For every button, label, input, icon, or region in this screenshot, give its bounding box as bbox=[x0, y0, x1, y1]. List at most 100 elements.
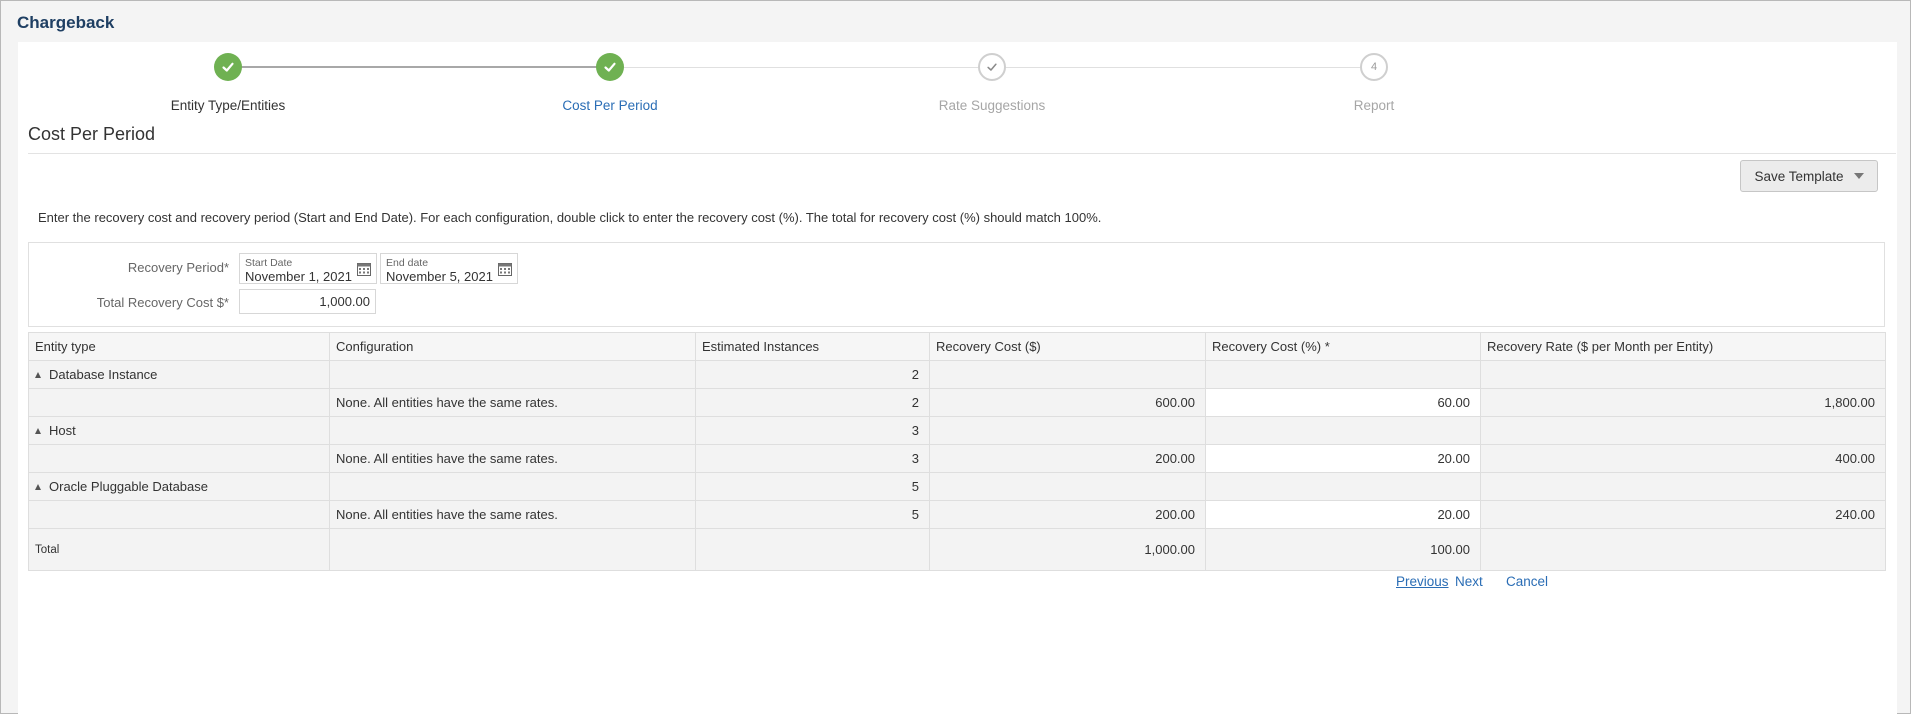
check-icon bbox=[987, 63, 997, 71]
calendar-icon[interactable] bbox=[357, 262, 371, 276]
total-row: Total 1,000.00 100.00 bbox=[28, 528, 1886, 571]
cost-cell bbox=[929, 416, 1206, 445]
total-empty-cell bbox=[1480, 528, 1886, 571]
check-icon bbox=[222, 62, 234, 72]
total-percent-cell: 100.00 bbox=[1205, 528, 1481, 571]
table-row[interactable]: None. All entities have the same rates. … bbox=[28, 444, 1886, 473]
rate-cell bbox=[1480, 360, 1886, 389]
entity-cell: Database Instance bbox=[28, 360, 330, 389]
column-header[interactable]: Entity type bbox=[28, 332, 330, 361]
table-row[interactable]: Oracle Pluggable Database 5 bbox=[28, 472, 1886, 501]
percent-cell bbox=[1205, 416, 1481, 445]
entity-label: Host bbox=[49, 423, 76, 438]
config-cell: None. All entities have the same rates. bbox=[329, 444, 696, 473]
save-template-label: Save Template bbox=[1754, 168, 1844, 184]
percent-input-cell[interactable]: 20.00 bbox=[1205, 444, 1481, 473]
train-connector bbox=[992, 67, 1374, 68]
step-number: 4 bbox=[1370, 61, 1378, 73]
column-header[interactable]: Recovery Rate ($ per Month per Entity) bbox=[1480, 332, 1886, 361]
table-header-row: Entity type Configuration Estimated Inst… bbox=[28, 332, 1886, 361]
instances-cell: 2 bbox=[695, 360, 930, 389]
collapse-triangle-icon[interactable] bbox=[35, 372, 41, 378]
cost-cell: 200.00 bbox=[929, 444, 1206, 473]
instances-cell: 5 bbox=[695, 472, 930, 501]
step-label-rate-suggestions: Rate Suggestions bbox=[938, 98, 1046, 113]
entity-cell bbox=[28, 388, 330, 417]
total-empty-cell bbox=[329, 528, 696, 571]
instances-cell: 3 bbox=[695, 416, 930, 445]
config-cell bbox=[329, 416, 696, 445]
table-row[interactable]: None. All entities have the same rates. … bbox=[28, 500, 1886, 529]
total-empty-cell bbox=[695, 528, 930, 571]
app-title: Chargeback bbox=[17, 13, 115, 32]
save-template-button[interactable]: Save Template bbox=[1740, 160, 1878, 192]
end-date-field[interactable]: End date November 5, 2021 bbox=[380, 253, 518, 284]
main-content: 4 Entity Type/Entities Cost Per Period R… bbox=[18, 42, 1897, 714]
rate-cell: 1,800.00 bbox=[1480, 388, 1886, 417]
section-title: Cost Per Period bbox=[28, 124, 156, 144]
cancel-link[interactable]: Cancel bbox=[1506, 574, 1548, 589]
rate-cell: 240.00 bbox=[1480, 500, 1886, 529]
percent-input-cell[interactable]: 20.00 bbox=[1205, 500, 1481, 529]
step-label-report: Report bbox=[1353, 98, 1395, 113]
table-row[interactable]: Host 3 bbox=[28, 416, 1886, 445]
total-recovery-cost-input[interactable]: 1,000.00 bbox=[239, 289, 376, 314]
cost-cell bbox=[929, 472, 1206, 501]
config-cell bbox=[329, 472, 696, 501]
end-date-value: November 5, 2021 bbox=[386, 269, 493, 284]
train-connector bbox=[610, 67, 992, 68]
instances-cell: 3 bbox=[695, 444, 930, 473]
recovery-period-label: Recovery Period* bbox=[127, 260, 229, 275]
instances-cell: 2 bbox=[695, 388, 930, 417]
section-divider bbox=[28, 153, 1896, 154]
previous-link[interactable]: Previous bbox=[1396, 574, 1449, 589]
start-date-field[interactable]: Start Date November 1, 2021 bbox=[239, 253, 377, 284]
check-icon bbox=[604, 62, 616, 72]
entity-cell: Host bbox=[28, 416, 330, 445]
recovery-table: Entity type Configuration Estimated Inst… bbox=[28, 332, 1886, 571]
entity-cell bbox=[28, 500, 330, 529]
rate-cell bbox=[1480, 416, 1886, 445]
total-recovery-cost-label: Total Recovery Cost $* bbox=[96, 295, 229, 310]
table-row[interactable]: Database Instance 2 bbox=[28, 360, 1886, 389]
column-header[interactable]: Estimated Instances bbox=[695, 332, 930, 361]
rate-cell bbox=[1480, 472, 1886, 501]
total-label: Total bbox=[28, 528, 330, 571]
next-link[interactable]: Next bbox=[1455, 574, 1483, 589]
config-cell: None. All entities have the same rates. bbox=[329, 388, 696, 417]
column-header[interactable]: Recovery Cost (%) * bbox=[1205, 332, 1481, 361]
instructions-text: Enter the recovery cost and recovery per… bbox=[38, 210, 1102, 225]
percent-input-cell[interactable]: 60.00 bbox=[1205, 388, 1481, 417]
collapse-triangle-icon[interactable] bbox=[35, 428, 41, 434]
entity-cell: Oracle Pluggable Database bbox=[28, 472, 330, 501]
caret-down-icon[interactable] bbox=[1853, 173, 1864, 179]
config-cell bbox=[329, 360, 696, 389]
start-date-value: November 1, 2021 bbox=[245, 269, 352, 284]
train-connector bbox=[228, 66, 610, 68]
instances-cell: 5 bbox=[695, 500, 930, 529]
percent-cell bbox=[1205, 360, 1481, 389]
config-cell: None. All entities have the same rates. bbox=[329, 500, 696, 529]
step-4-marker[interactable]: 4 bbox=[1360, 53, 1388, 81]
table-row[interactable]: None. All entities have the same rates. … bbox=[28, 388, 1886, 417]
calendar-icon[interactable] bbox=[498, 262, 512, 276]
step-1-marker[interactable] bbox=[214, 53, 242, 81]
end-date-label: End date bbox=[386, 257, 429, 269]
step-label-entity-type[interactable]: Entity Type/Entities bbox=[108, 98, 348, 113]
cost-cell: 200.00 bbox=[929, 500, 1206, 529]
entity-cell bbox=[28, 444, 330, 473]
step-label-cost-per-period[interactable]: Cost Per Period bbox=[490, 98, 730, 113]
recovery-form: Recovery Period* Start Date November 1, … bbox=[28, 242, 1885, 327]
total-cost-cell: 1,000.00 bbox=[929, 528, 1206, 571]
entity-label: Database Instance bbox=[49, 367, 158, 382]
start-date-label: Start Date bbox=[245, 257, 293, 269]
cost-cell bbox=[929, 360, 1206, 389]
cost-cell: 600.00 bbox=[929, 388, 1206, 417]
entity-label: Oracle Pluggable Database bbox=[49, 479, 208, 494]
column-header[interactable]: Configuration bbox=[329, 332, 696, 361]
column-header[interactable]: Recovery Cost ($) bbox=[929, 332, 1206, 361]
step-3-marker[interactable] bbox=[978, 53, 1006, 81]
collapse-triangle-icon[interactable] bbox=[35, 484, 41, 490]
rate-cell: 400.00 bbox=[1480, 444, 1886, 473]
step-2-marker[interactable] bbox=[596, 53, 624, 81]
